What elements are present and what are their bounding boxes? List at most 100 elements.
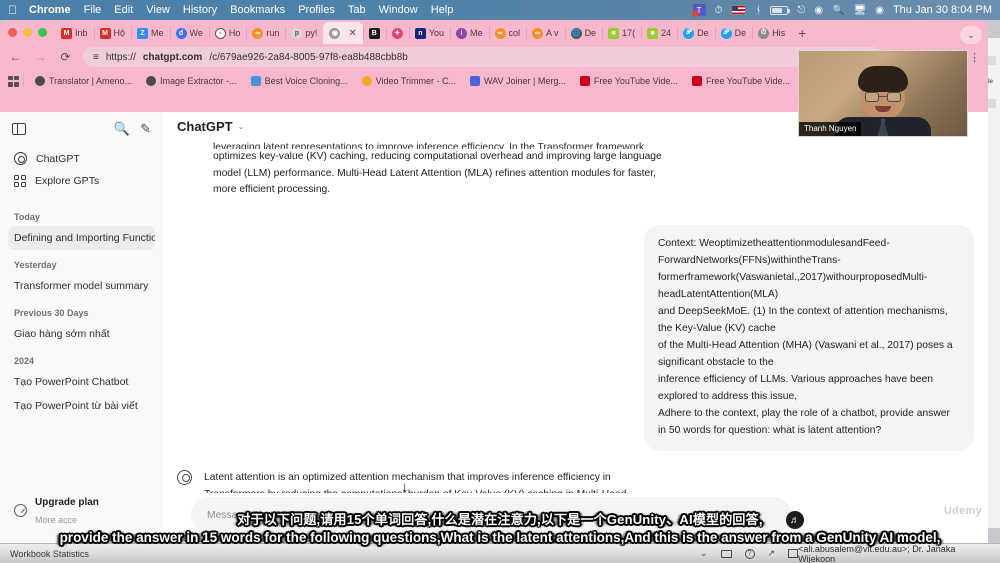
- subtitle-line-chinese: 对于以下问题,请用15个单词回答,什么是潜在注意力,以下是一个GenUnity、…: [237, 512, 763, 527]
- browser-tab[interactable]: i Me: [450, 22, 489, 44]
- browser-tab[interactable]: ✦: [385, 22, 409, 44]
- browser-tab[interactable]: ■ 17(: [602, 22, 641, 44]
- help-circle-icon[interactable]: ?: [744, 548, 755, 559]
- menu-item-tab[interactable]: Tab: [348, 4, 366, 16]
- site-settings-icon[interactable]: ≡: [93, 52, 99, 63]
- tab-label: py!: [305, 28, 318, 38]
- browser-tab[interactable]: M Hộ: [93, 22, 132, 44]
- tab-label: De: [584, 28, 597, 38]
- fullscreen-icon[interactable]: [788, 549, 799, 558]
- chat-history-item-selected[interactable]: Defining and Importing Functio ···: [8, 226, 155, 250]
- bookmark-item[interactable]: Best Voice Cloning...: [244, 76, 355, 86]
- sidebar-toggle-icon[interactable]: [12, 122, 26, 135]
- menu-item-profiles[interactable]: Profiles: [298, 4, 335, 16]
- sidebar-chat-history: Today Defining and Importing Functio ···…: [0, 192, 163, 481]
- sidebar-item-explore-gpts[interactable]: Explore GPTs: [8, 170, 155, 192]
- browser-tab[interactable]: ■ 24: [641, 22, 677, 44]
- menu-item-view[interactable]: View: [146, 4, 170, 16]
- zoom-icon: Z: [137, 27, 149, 39]
- chevron-down-icon[interactable]: ⌄: [238, 122, 245, 131]
- browser-tab[interactable]: B: [362, 22, 386, 44]
- browser-tab[interactable]: ⏱ His: [752, 22, 791, 44]
- wifi-icon[interactable]: ⎋: [797, 5, 805, 16]
- chat-history-item[interactable]: Tạo PowerPoint từ bài viết: [8, 394, 155, 418]
- apple-logo-icon[interactable]: : [8, 4, 17, 16]
- menu-item-file[interactable]: File: [84, 4, 102, 16]
- menu-item-help[interactable]: Help: [431, 4, 454, 16]
- browser-tab[interactable]: p py!: [285, 22, 323, 44]
- sidebar-item-chatgpt[interactable]: ChatGPT: [8, 147, 155, 170]
- browser-tab[interactable]: ∞ A v: [526, 22, 565, 44]
- battery-icon[interactable]: [770, 5, 791, 15]
- browser-tab[interactable]: - Ho: [208, 22, 247, 44]
- menu-bar-clock[interactable]: Thu Jan 30 8:04 PM: [893, 4, 992, 16]
- spotlight-search-icon[interactable]: 🔍: [832, 5, 844, 16]
- chat-options-icon[interactable]: ···: [140, 231, 150, 242]
- presenter-hair: [858, 66, 908, 92]
- python-icon: p: [291, 27, 303, 39]
- bookmark-item[interactable]: Free YouTube Vide...: [573, 76, 685, 86]
- bookmark-item[interactable]: WAV Joiner | Merg...: [463, 76, 573, 86]
- menu-item-edit[interactable]: Edit: [114, 4, 133, 16]
- bookmark-item[interactable]: Free YouTube Vide...: [685, 76, 797, 86]
- user-account-icon[interactable]: ◉: [875, 5, 884, 16]
- timemachine-icon[interactable]: ⏱: [715, 5, 723, 16]
- search-icon[interactable]: 🔍: [114, 122, 130, 135]
- menu-item-chrome[interactable]: Chrome: [29, 4, 71, 16]
- tabs-container: M Inb M Hộ Z Me d We - Ho ∞ run p py! ◉ ✕ B ✦ nY…: [55, 20, 960, 44]
- menu-item-window[interactable]: Window: [379, 4, 418, 16]
- audio-wave-icon[interactable]: ♬: [786, 511, 804, 529]
- page-title[interactable]: ChatGPT: [177, 119, 233, 134]
- menu-item-history[interactable]: History: [183, 4, 217, 16]
- tab-label: 24: [661, 28, 672, 38]
- browser-tab[interactable]: 𝒫 De: [714, 22, 753, 44]
- browser-tab[interactable]: ∞ run: [246, 22, 285, 44]
- omnibox[interactable]: ≡ https:// chatgpt.com/c/679ae926-2a84-80…: [83, 47, 884, 67]
- control-center-icon[interactable]: ◉: [814, 5, 823, 16]
- grid-icon: [14, 175, 26, 187]
- bookmark-item[interactable]: Translator | Ameno...: [28, 76, 139, 86]
- share-icon[interactable]: ↗: [768, 548, 776, 559]
- chat-history-item[interactable]: Transformer model summary: [8, 274, 155, 298]
- us-flag-icon[interactable]: [731, 5, 747, 15]
- teams-icon[interactable]: T: [691, 4, 706, 17]
- user-message-row: Context: Weoptimizetheattentionmodulesan…: [177, 225, 974, 451]
- green-icon: ■: [647, 27, 659, 39]
- new-chat-icon[interactable]: ✎: [140, 122, 151, 135]
- new-tab-button[interactable]: +: [791, 22, 813, 44]
- browser-tab[interactable]: 🌐 De: [564, 22, 603, 44]
- tab-search-button[interactable]: ⌄: [960, 26, 982, 44]
- workbook-statistics-label[interactable]: Workbook Statistics: [10, 549, 220, 559]
- browser-tab[interactable]: n You: [408, 22, 450, 44]
- minimize-window-button[interactable]: [23, 27, 32, 37]
- chat-history-item[interactable]: Tạo PowerPoint Chatbot: [8, 370, 155, 394]
- bluetooth-icon[interactable]: ᛀ: [755, 5, 761, 16]
- back-button[interactable]: ←: [8, 50, 23, 64]
- webcam-video-overlay[interactable]: Thanh Nguyen: [798, 50, 968, 137]
- chrome-menu-icon[interactable]: ⋮: [969, 51, 980, 64]
- bookmark-item[interactable]: Image Extractor -...: [139, 76, 244, 86]
- display-icon[interactable]: 🖥: [854, 5, 867, 16]
- maximize-window-button[interactable]: [38, 27, 47, 37]
- keyboard-icon[interactable]: [720, 549, 732, 558]
- browser-tab-active-chatgpt[interactable]: ◉ ✕: [323, 22, 363, 44]
- bookmark-label: Free YouTube Vide...: [593, 76, 678, 86]
- section-header-yesterday: Yesterday: [14, 260, 57, 270]
- apps-grid-icon[interactable]: [8, 75, 19, 87]
- browser-tab[interactable]: ∞ col: [488, 22, 527, 44]
- forward-button[interactable]: →: [33, 50, 48, 64]
- reload-button[interactable]: ⟳: [58, 50, 73, 64]
- close-tab-icon[interactable]: ✕: [348, 28, 356, 39]
- browser-tab[interactable]: Z Me: [131, 22, 170, 44]
- chat-title: Giao hàng sớm nhất: [14, 328, 110, 340]
- browser-tab[interactable]: M Inb: [55, 22, 94, 44]
- chevron-down-icon[interactable]: ⌄: [700, 548, 708, 559]
- chat-history-item[interactable]: Giao hàng sớm nhất: [8, 322, 155, 346]
- menu-item-bookmarks[interactable]: Bookmarks: [230, 4, 285, 16]
- user-message-bubble[interactable]: Context: Weoptimizetheattentionmodulesan…: [644, 225, 974, 451]
- chatgpt-logo-icon: [14, 152, 27, 165]
- bookmark-item[interactable]: Video Trimmer - C...: [355, 76, 463, 86]
- browser-tab[interactable]: d We: [169, 22, 209, 44]
- browser-tab[interactable]: 𝒫 De: [677, 22, 715, 44]
- close-window-button[interactable]: [8, 27, 17, 37]
